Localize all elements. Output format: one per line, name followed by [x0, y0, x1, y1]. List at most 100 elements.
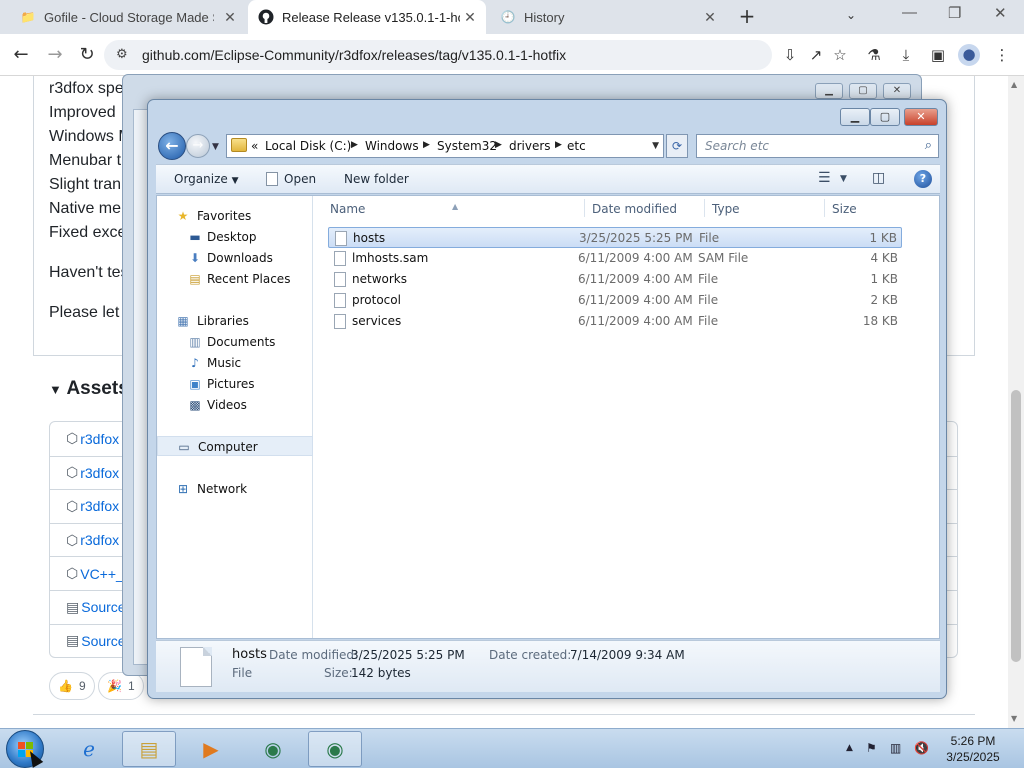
nav-downloads[interactable]: ⬇ Downloads — [157, 248, 313, 268]
close-window-icon[interactable]: ✕ — [994, 4, 1007, 22]
nav-favorites[interactable]: ★ Favorites — [157, 206, 313, 226]
column-header-date[interactable]: Date modified — [590, 196, 702, 220]
tab-search-chevron-icon[interactable]: ⌄ — [846, 8, 856, 22]
menu-kebab-icon[interactable]: ⋮ — [992, 45, 1012, 65]
maximize-icon[interactable]: ▢ — [849, 83, 877, 99]
column-divider[interactable] — [584, 199, 585, 217]
scroll-up-icon[interactable]: ▲ — [1011, 80, 1017, 89]
close-icon[interactable]: ✕ — [904, 108, 938, 126]
asset-link[interactable]: r3dfox — [80, 498, 119, 514]
column-header-name[interactable]: Name ▲ — [328, 196, 584, 220]
back-arrow-icon[interactable]: ← — [10, 44, 32, 66]
network-status-icon[interactable]: ▥ — [890, 741, 901, 755]
new-folder-button[interactable]: New folder — [344, 172, 409, 186]
file-row-lmhosts[interactable]: lmhosts.sam 6/11/2009 4:00 AM SAM File 4… — [328, 248, 902, 269]
column-divider[interactable] — [824, 199, 825, 217]
recent-pages-dropdown-icon[interactable]: ▼ — [212, 142, 219, 152]
install-app-icon[interactable]: ⇩ — [780, 45, 800, 65]
internet-explorer-icon[interactable]: ℯ — [62, 731, 116, 767]
media-player-icon[interactable]: ▶ — [184, 731, 238, 767]
chevron-down-icon[interactable]: ▼ — [840, 174, 847, 184]
nav-desktop[interactable]: ▬ Desktop — [157, 227, 313, 247]
minimize-icon[interactable]: ▁ — [815, 83, 843, 99]
asset-link[interactable]: VC++_ — [80, 566, 124, 582]
nav-music[interactable]: ♪ Music — [157, 353, 313, 373]
breadcrumb-arrow-icon[interactable]: ▶ — [495, 140, 502, 150]
site-info-icon[interactable]: ⚙ — [116, 47, 128, 62]
labs-flask-icon[interactable]: ⚗ — [864, 45, 884, 65]
nav-network[interactable]: ⊞ Network — [157, 479, 313, 499]
tab-github-release[interactable]: Release Release v135.0.1-1-hotf ✕ — [248, 0, 486, 34]
breadcrumb-item[interactable]: Local Disk (C:) — [265, 139, 351, 153]
help-icon[interactable]: ? — [914, 170, 932, 188]
reload-icon[interactable]: ↻ — [76, 44, 98, 66]
tab-gofile[interactable]: 📁 Gofile - Cloud Storage Made Si ✕ — [10, 0, 246, 34]
browser-globe-icon[interactable]: ◉ — [246, 731, 300, 767]
asset-link[interactable]: r3dfox — [80, 431, 119, 447]
browser-globe-icon[interactable]: ◉ — [308, 731, 362, 767]
url-text[interactable]: github.com/Eclipse-Community/r3dfox/rele… — [142, 47, 566, 63]
tab-history[interactable]: 🕘 History ✕ — [490, 0, 726, 34]
column-header-size[interactable]: Size — [830, 196, 900, 220]
bookmark-star-icon[interactable]: ☆ — [830, 45, 850, 65]
address-bar[interactable]: ⚙ github.com/Eclipse-Community/r3dfox/re… — [104, 40, 772, 70]
breadcrumb-item[interactable]: Windows — [365, 139, 419, 153]
action-center-flag-icon[interactable]: ⚑ — [866, 741, 877, 755]
page-scrollbar[interactable]: ▲ ▼ — [1008, 76, 1024, 728]
minimize-icon[interactable]: ▁ — [840, 108, 870, 126]
organize-button[interactable]: Organize ▼ — [174, 172, 239, 186]
breadcrumb-item[interactable]: etc — [567, 139, 586, 153]
search-input[interactable]: Search etc ⌕ — [696, 134, 939, 158]
column-header-type[interactable]: Type — [710, 196, 822, 220]
windows-explorer-icon[interactable]: ▤ — [122, 731, 176, 767]
breadcrumb-overflow[interactable]: « — [251, 139, 258, 153]
file-row-protocol[interactable]: protocol 6/11/2009 4:00 AM File 2 KB — [328, 290, 902, 311]
breadcrumb-item[interactable]: drivers — [509, 139, 551, 153]
scrollbar-thumb[interactable] — [1011, 390, 1021, 662]
assets-heading[interactable]: ▼ Assets — [49, 378, 129, 400]
minimize-icon[interactable]: — — [902, 4, 917, 21]
tab-close-icon[interactable]: ✕ — [462, 9, 478, 25]
share-icon[interactable]: ↗ — [806, 45, 826, 65]
show-hidden-icons-icon[interactable]: ▲ — [846, 743, 853, 753]
nav-computer[interactable]: ▭ Computer — [157, 436, 313, 456]
reaction-thumbs-up[interactable]: 👍 9 — [49, 672, 95, 700]
breadcrumb-arrow-icon[interactable]: ▶ — [351, 140, 358, 150]
scroll-down-icon[interactable]: ▼ — [1011, 714, 1017, 723]
new-tab-plus-icon[interactable]: + — [736, 6, 758, 28]
search-icon[interactable]: ⌕ — [925, 138, 932, 153]
asset-link[interactable]: r3dfox — [80, 465, 119, 481]
refresh-icon[interactable]: ⟳ — [666, 134, 688, 158]
restore-icon[interactable]: ❐ — [948, 4, 961, 22]
forward-arrow-icon[interactable]: → — [186, 134, 210, 158]
explorer-window[interactable]: ▁ ▢ ✕ ← → ▼ « Local Disk (C:) ▶ Windows … — [147, 99, 947, 699]
nav-pictures[interactable]: ▣ Pictures — [157, 374, 313, 394]
forward-arrow-icon[interactable]: → — [44, 44, 66, 66]
nav-videos[interactable]: ▩ Videos — [157, 395, 313, 415]
system-clock[interactable]: 5:26 PM 3/25/2025 — [940, 733, 1006, 765]
volume-muted-icon[interactable]: 🔇 — [914, 741, 929, 755]
preview-pane-icon[interactable]: ◫ — [872, 170, 885, 186]
nav-libraries[interactable]: ▦ Libraries — [157, 311, 313, 331]
breadcrumb-arrow-icon[interactable]: ▶ — [423, 140, 430, 150]
address-history-dropdown-icon[interactable]: ▼ — [652, 141, 659, 151]
back-arrow-icon[interactable]: ← — [158, 132, 186, 160]
tab-close-icon[interactable]: ✕ — [702, 9, 718, 25]
view-options-icon[interactable]: ☰ — [818, 170, 831, 186]
nav-recent-places[interactable]: ▤ Recent Places — [157, 269, 313, 289]
tab-close-icon[interactable]: ✕ — [222, 9, 238, 25]
column-divider[interactable] — [704, 199, 705, 217]
asset-link[interactable]: Source — [81, 599, 125, 615]
asset-link[interactable]: Source — [81, 633, 125, 649]
file-row-services[interactable]: services 6/11/2009 4:00 AM File 18 KB — [328, 311, 902, 332]
close-icon[interactable]: ✕ — [883, 83, 911, 99]
open-button[interactable]: Open — [266, 172, 316, 186]
breadcrumb-item[interactable]: System32 — [437, 139, 497, 153]
reaction-tada[interactable]: 🎉 1 — [98, 672, 144, 700]
downloads-icon[interactable]: ⤓ — [896, 45, 916, 65]
maximize-icon[interactable]: ▢ — [870, 108, 900, 126]
address-breadcrumb-bar[interactable]: « Local Disk (C:) ▶ Windows ▶ System32 ▶… — [226, 134, 664, 158]
asset-link[interactable]: r3dfox — [80, 532, 119, 548]
breadcrumb-arrow-icon[interactable]: ▶ — [555, 140, 562, 150]
file-row-networks[interactable]: networks 6/11/2009 4:00 AM File 1 KB — [328, 269, 902, 290]
